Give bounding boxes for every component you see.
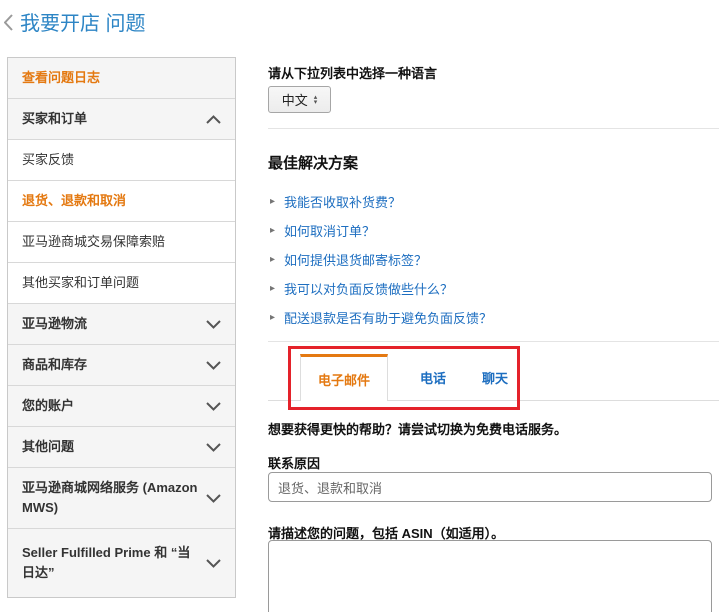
sidebar-section-amazon-mws[interactable]: 亚马逊商城网络服务 (Amazon MWS) [8, 467, 235, 528]
back-chevron-icon[interactable] [4, 14, 13, 31]
sidebar-section-buyers-and-orders[interactable]: 买家和订单 [8, 98, 235, 139]
triangle-right-icon: ▸ [270, 224, 276, 236]
page: 我要开店 问题 查看问题日志 买家和订单 买家反馈 退货、退款和取消 亚马逊商城… [0, 0, 719, 612]
triangle-right-icon: ▸ [270, 311, 276, 323]
sidebar-section-label: Seller Fulfilled Prime 和 “当日达” [22, 545, 191, 580]
sidebar-section-seller-fulfilled-prime[interactable]: Seller Fulfilled Prime 和 “当日达” [8, 528, 235, 597]
faq-link[interactable]: 配送退款是否有助于避免负面反馈？ [284, 308, 492, 327]
description-textarea[interactable] [268, 540, 712, 612]
chevron-down-icon [206, 493, 221, 503]
contact-method-tabs: 电子邮件 电话 聊天 [268, 354, 719, 401]
sidebar-section-your-account[interactable]: 您的账户 [8, 385, 235, 426]
sidebar-item-label: 其他买家和订单问题 [22, 275, 140, 290]
triangle-right-icon: ▸ [270, 195, 276, 207]
page-header: 我要开店 问题 [4, 7, 146, 36]
sidebar-item-other-buyer-order-issues[interactable]: 其他买家和订单问题 [8, 262, 235, 303]
faq-item: ▸ 如何提供退货邮寄标签？ [268, 245, 719, 274]
faq-item: ▸ 如何取消订单？ [268, 216, 719, 245]
contact-reason-input[interactable] [268, 472, 712, 502]
sidebar-section-label: 商品和库存 [22, 357, 88, 372]
sidebar-section-label: 您的账户 [22, 398, 75, 413]
sidebar-section-label: 买家和订单 [22, 111, 88, 126]
faq-link[interactable]: 我能否收取补货费？ [284, 192, 401, 211]
tab-phone[interactable]: 电话 [406, 354, 460, 400]
helper-text: 想要获得更快的帮助？请尝试切换为免费电话服务。 [268, 422, 568, 437]
chevron-down-icon [206, 558, 221, 568]
faq-link[interactable]: 我可以对负面反馈做些什么？ [284, 279, 453, 298]
sidebar-item-returns-refunds-cancellations[interactable]: 退货、退款和取消 [8, 180, 235, 221]
select-arrows-icon: ▴ ▾ [313, 93, 318, 106]
faq-list: ▸ 我能否收取补货费？ ▸ 如何取消订单？ ▸ 如何提供退货邮寄标签？ ▸ 我可… [268, 187, 719, 332]
sidebar-item-label: 亚马逊商城交易保障索赔 [22, 234, 166, 249]
chevron-down-icon [206, 442, 221, 452]
chevron-up-icon [206, 114, 221, 124]
chevron-down-icon [206, 360, 221, 370]
sidebar-item-buyer-feedback[interactable]: 买家反馈 [8, 139, 235, 180]
faq-link[interactable]: 如何取消订单？ [284, 221, 375, 240]
language-label: 请从下拉列表中选择一种语言 [268, 66, 438, 81]
contact-reason-label: 联系原因 [268, 456, 321, 471]
sidebar-section-label: 其他问题 [22, 439, 75, 454]
sidebar-section-other-issues[interactable]: 其他问题 [8, 426, 235, 467]
faq-item: ▸ 配送退款是否有助于避免负面反馈？ [268, 303, 719, 332]
sidebar-item-atoz-guarantee-claims[interactable]: 亚马逊商城交易保障索赔 [8, 221, 235, 262]
sidebar-item-label: 买家反馈 [22, 152, 75, 167]
best-solutions-heading: 最佳解决方案 [268, 155, 359, 172]
sidebar-section-label: 亚马逊商城网络服务 (Amazon MWS) [22, 480, 198, 515]
sidebar-item-view-case-log[interactable]: 查看问题日志 [8, 58, 235, 98]
triangle-right-icon: ▸ [270, 282, 276, 294]
sidebar-section-products-inventory[interactable]: 商品和库存 [8, 344, 235, 385]
page-title: 我要开店 问题 [20, 13, 146, 35]
sidebar-item-label: 查看问题日志 [22, 70, 101, 85]
faq-link[interactable]: 如何提供退货邮寄标签？ [284, 250, 427, 269]
sidebar-item-label: 退货、退款和取消 [22, 193, 127, 208]
divider [268, 128, 719, 129]
chevron-down-icon [206, 319, 221, 329]
sidebar-section-fba[interactable]: 亚马逊物流 [8, 303, 235, 344]
faq-item: ▸ 我可以对负面反馈做些什么？ [268, 274, 719, 303]
chevron-down-icon [206, 401, 221, 411]
triangle-right-icon: ▸ [270, 253, 276, 265]
sidebar: 查看问题日志 买家和订单 买家反馈 退货、退款和取消 亚马逊商城交易保障索赔 其… [7, 57, 236, 598]
divider [268, 341, 719, 342]
tab-chat[interactable]: 聊天 [468, 354, 522, 400]
faq-item: ▸ 我能否收取补货费？ [268, 187, 719, 216]
language-select-value: 中文 [281, 93, 308, 108]
main-content: 请从下拉列表中选择一种语言 中文 ▴ ▾ 最佳解决方案 ▸ 我能否收取补货费？ ▸… [268, 57, 719, 612]
tab-email[interactable]: 电子邮件 [300, 354, 389, 401]
sidebar-section-label: 亚马逊物流 [22, 316, 88, 331]
language-select[interactable]: 中文 ▴ ▾ [268, 86, 331, 113]
